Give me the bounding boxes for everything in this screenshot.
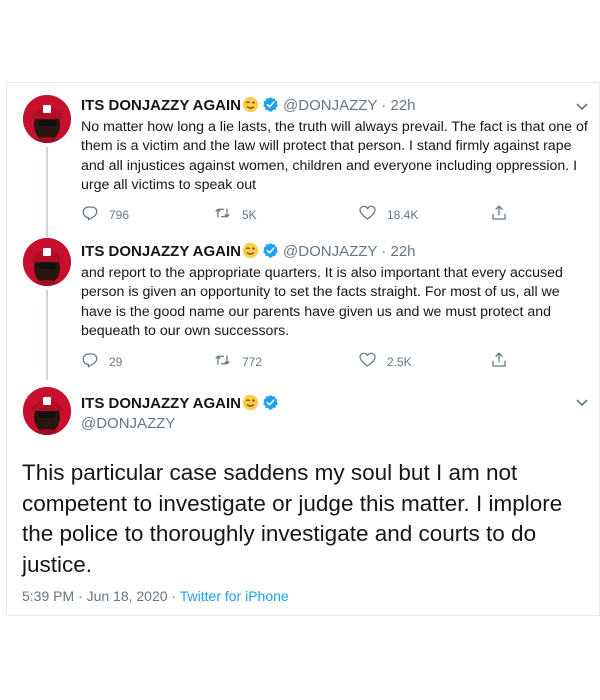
- heart-icon: [358, 204, 377, 225]
- avatar[interactable]: [23, 238, 71, 286]
- tweet-time[interactable]: 22h: [390, 97, 415, 114]
- tweet-source-link[interactable]: Twitter for iPhone: [180, 588, 289, 604]
- tweet-time[interactable]: 22h: [390, 243, 415, 260]
- retweet-button[interactable]: 5K: [213, 204, 257, 225]
- tweet-text: No matter how long a lie lasts, the trut…: [81, 119, 588, 193]
- like-count: 18.4K: [387, 207, 419, 222]
- retweet-icon: [213, 351, 232, 372]
- heart-icon: [358, 351, 377, 372]
- separator-dot: ·: [377, 97, 391, 114]
- reply-icon: [81, 204, 99, 225]
- tweet-meta: 5:39 PM · Jun 18, 2020 · Twitter for iPh…: [22, 588, 289, 604]
- chevron-down-icon[interactable]: [573, 97, 591, 115]
- share-button[interactable]: [490, 351, 508, 372]
- reply-button[interactable]: 29: [81, 351, 122, 372]
- reply-count: 29: [109, 354, 123, 369]
- share-icon: [490, 204, 508, 225]
- tweet-actions: 796 5K 18.4K: [81, 204, 591, 224]
- avatar-image: [23, 238, 71, 286]
- avatar[interactable]: [23, 387, 71, 435]
- retweet-button[interactable]: 772: [213, 351, 262, 372]
- retweet-icon: [213, 204, 232, 225]
- retweet-count: 5K: [242, 207, 257, 222]
- like-button[interactable]: 18.4K: [358, 204, 418, 225]
- winking-face-emoji-icon: [242, 242, 259, 264]
- tweet-header: ITS DONJAZZY AGAIN: [81, 394, 279, 416]
- tweet-text: and report to the appropriate quarters. …: [81, 265, 563, 339]
- tweet-timestamp[interactable]: 5:39 PM · Jun 18, 2020: [22, 588, 168, 604]
- tweet-header: ITS DONJAZZY AGAIN @DONJAZZY · 22h: [81, 242, 416, 264]
- verified-badge-icon: [262, 394, 279, 416]
- retweet-count: 772: [242, 354, 263, 369]
- tweet-header: ITS DONJAZZY AGAIN @DONJAZZY · 22h: [81, 96, 416, 118]
- user-handle[interactable]: @DONJAZZY: [283, 97, 377, 114]
- verified-badge-icon: [262, 96, 279, 118]
- share-button[interactable]: [490, 204, 508, 225]
- reply-count: 796: [109, 207, 130, 222]
- separator-dot: ·: [377, 243, 391, 260]
- reply-icon: [81, 351, 99, 372]
- chevron-down-icon[interactable]: [573, 393, 591, 411]
- avatar-image: [23, 95, 71, 143]
- like-button[interactable]: 2.5K: [358, 351, 412, 372]
- winking-face-emoji-icon: [242, 394, 259, 416]
- verified-badge-icon: [262, 242, 279, 264]
- separator-dot: ·: [167, 588, 180, 604]
- main-tweet-text: This particular case saddens my soul but…: [22, 460, 563, 577]
- winking-face-emoji-icon: [242, 96, 259, 118]
- share-icon: [490, 351, 508, 372]
- main-tweet-handle-row: @DONJAZZY: [81, 415, 175, 433]
- thread-connector-line: [46, 290, 48, 380]
- display-name[interactable]: ITS DONJAZZY AGAIN: [81, 97, 241, 114]
- user-handle[interactable]: @DONJAZZY: [81, 415, 175, 432]
- thread-connector-line: [46, 147, 48, 237]
- display-name[interactable]: ITS DONJAZZY AGAIN: [81, 395, 241, 412]
- avatar-image: [23, 387, 71, 435]
- reply-button[interactable]: 796: [81, 204, 129, 225]
- like-count: 2.5K: [387, 354, 412, 369]
- display-name[interactable]: ITS DONJAZZY AGAIN: [81, 243, 241, 260]
- tweet-actions: 29 772 2.5K: [81, 351, 591, 371]
- user-handle[interactable]: @DONJAZZY: [283, 243, 377, 260]
- avatar[interactable]: [23, 95, 71, 143]
